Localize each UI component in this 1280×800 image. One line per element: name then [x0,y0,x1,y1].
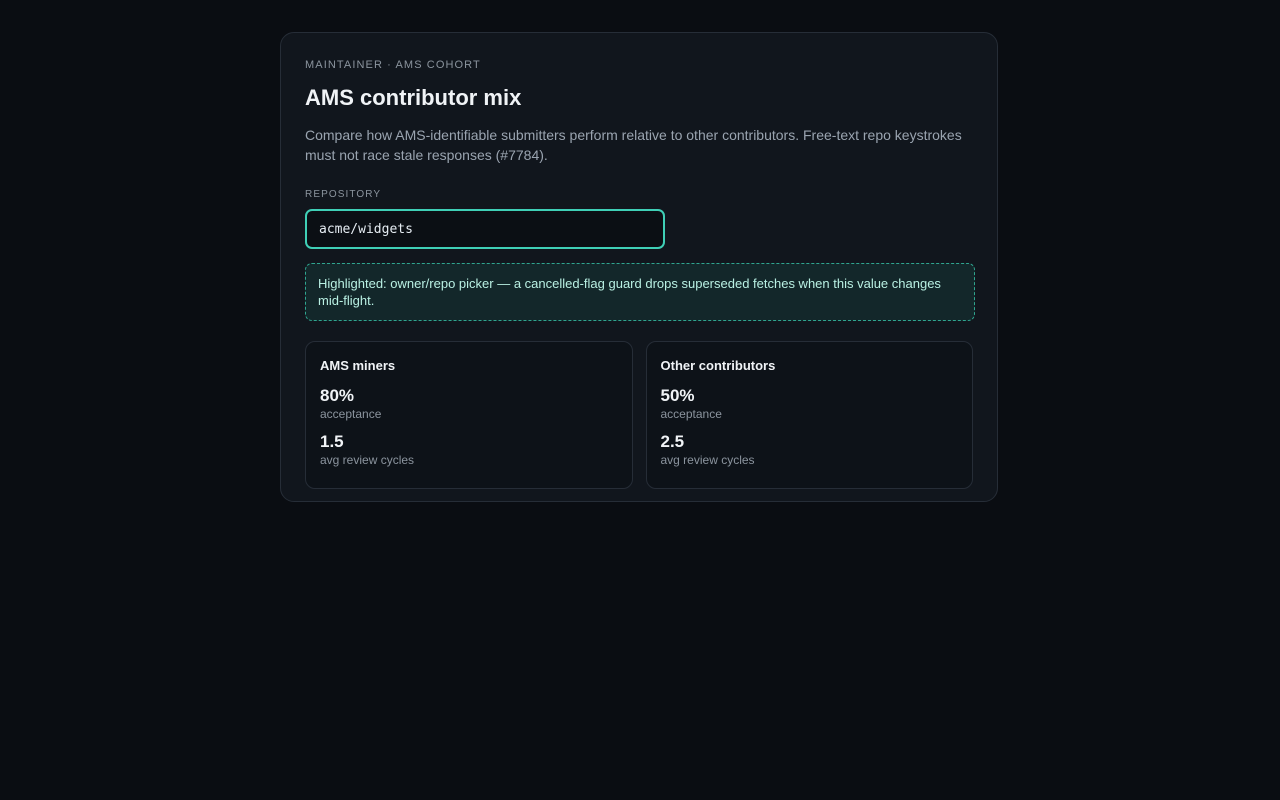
review-cycles-value: 1.5 [320,432,344,451]
review-cycles-label: avg review cycles [660,453,755,467]
acceptance-value: 50% [660,386,695,405]
cohort-title: AMS miners [320,358,396,373]
acceptance-value: 80% [320,386,355,405]
ams-cohort-card: MAINTAINER · AMS COHORT AMS contributor … [280,32,998,502]
repository-input[interactable] [305,209,665,249]
review-cycles-value: 2.5 [660,432,685,451]
highlight-callout: Highlighted: owner/repo picker — a cance… [305,263,975,321]
review-cycles-label: avg review cycles [320,453,415,467]
cohort-comparison: AMS miners 80% acceptance 1.5 avg review… [305,341,973,489]
cohort-title: Other contributors [660,358,776,373]
page-title: AMS contributor mix [305,85,522,110]
page-description: Compare how AMS-identifiable submitters … [305,127,962,163]
section-eyebrow: MAINTAINER · AMS COHORT [305,59,481,71]
cohort-card-ams-miners: AMS miners 80% acceptance 1.5 avg review… [305,341,633,489]
cohort-card-other-contributors: Other contributors 50% acceptance 2.5 av… [645,341,973,489]
acceptance-label: acceptance [320,407,382,421]
repository-label: REPOSITORY [305,189,382,200]
acceptance-label: acceptance [660,407,722,421]
